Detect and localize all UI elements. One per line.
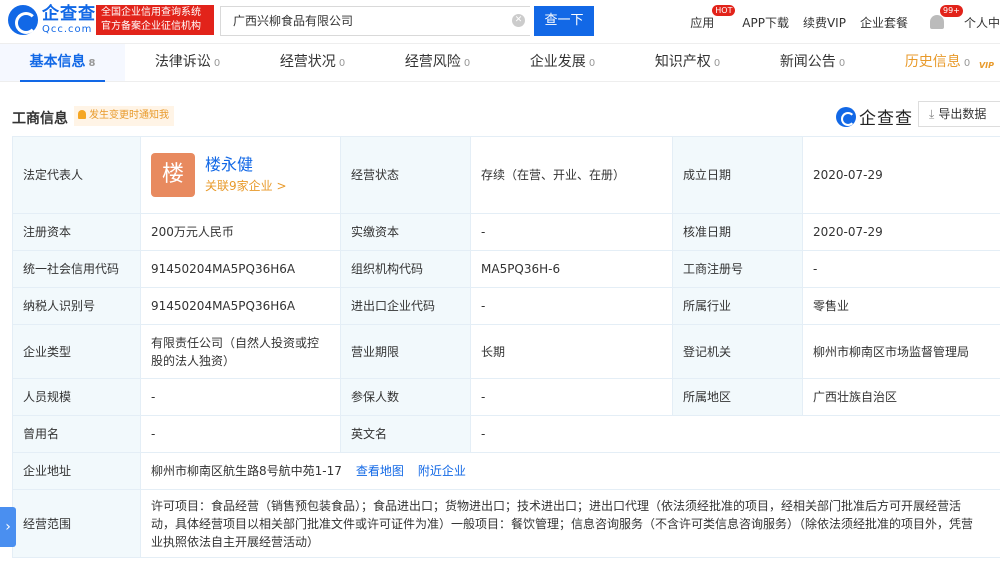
industry-value: 零售业 — [802, 287, 1000, 325]
reg-capital-label: 注册资本 — [12, 213, 141, 251]
clear-search-icon[interactable]: ✕ — [512, 14, 525, 27]
company-type-label: 企业类型 — [12, 324, 141, 379]
search-button[interactable]: 查一下 — [534, 6, 594, 36]
vip-badge: VIP — [978, 61, 994, 70]
related-companies-link[interactable]: 关联9家企业 > — [205, 176, 287, 196]
paid-capital-label: 实缴资本 — [340, 213, 471, 251]
tab-basic-info[interactable]: 基本信息 8 — [0, 44, 125, 82]
term-label: 营业期限 — [340, 324, 471, 379]
badge-line-2: 官方备案企业征信机构 — [101, 21, 201, 32]
nav-app-download[interactable]: APP下载 — [742, 14, 789, 31]
official-badge[interactable]: 全国企业信用查询系统 官方备案企业征信机构 — [96, 5, 214, 35]
address-label: 企业地址 — [12, 452, 141, 490]
qcc-logo[interactable]: 企查查 Qcc.com — [8, 5, 96, 35]
qcc-watermark: 企查查 — [836, 104, 913, 129]
staff-size-value: - — [140, 378, 341, 416]
qcc-logo-icon — [836, 106, 856, 127]
section-title: 工商信息 — [12, 111, 68, 127]
table-row: 纳税人识别号 91450204MA5PQ36H6A 进出口企业代码 - 所属行业… — [12, 287, 1000, 325]
tab-operating-risk[interactable]: 经营风险 0 — [375, 44, 500, 81]
term-value: 长期 — [470, 324, 673, 379]
table-row: 企业类型 有限责任公司（自然人投资或控股的法人独资） 营业期限 长期 登记机关 … — [12, 324, 1000, 379]
expand-sidebar-chevron-icon[interactable]: › — [0, 507, 16, 547]
legal-rep-label: 法定代表人 — [12, 136, 141, 214]
hot-badge: HOT — [712, 4, 736, 16]
tab-operating-status[interactable]: 经营状况 0 — [250, 44, 375, 81]
credit-code-label: 统一社会信用代码 — [12, 250, 141, 288]
org-code-value: MA5PQ36H-6 — [470, 250, 673, 288]
header-nav: 应用 HOT APP下载 续费VIP 企业套餐 99+ 个人中 — [676, 0, 1000, 44]
taxpayer-id-label: 纳税人识别号 — [12, 287, 141, 325]
bell-icon — [78, 110, 86, 119]
company-type-value: 有限责任公司（自然人投资或控股的法人独资） — [140, 324, 341, 379]
logo-chinese-text: 企查查 — [42, 3, 96, 24]
english-name-value: - — [470, 415, 1000, 453]
industry-label: 所属行业 — [672, 287, 803, 325]
insured-value: - — [470, 378, 673, 416]
change-notify-button[interactable]: 发生变更时通知我 — [74, 106, 174, 126]
insured-label: 参保人数 — [340, 378, 471, 416]
region-label: 所属地区 — [672, 378, 803, 416]
table-row: 企业地址 柳州市柳南区航生路8号航中苑1-17 查看地图 附近企业 — [12, 452, 1000, 490]
taxpayer-id-value: 91450204MA5PQ36H6A — [140, 287, 341, 325]
table-row: 法定代表人 楼 楼永健 关联9家企业 > 经营状态 存续（在营、开业、在册） 成… — [12, 136, 1000, 214]
reg-capital-value: 200万元人民币 — [140, 213, 341, 251]
table-row: 人员规模 - 参保人数 - 所属地区 广西壮族自治区 — [12, 378, 1000, 416]
business-info-table: 法定代表人 楼 楼永健 关联9家企业 > 经营状态 存续（在营、开业、在册） 成… — [12, 136, 1000, 558]
status-value: 存续（在营、开业、在册） — [470, 136, 673, 214]
nav-personal-center[interactable]: 个人中 — [964, 14, 1000, 31]
founded-label: 成立日期 — [672, 136, 803, 214]
tab-intellectual-property[interactable]: 知识产权 0 — [625, 44, 750, 81]
former-name-label: 曾用名 — [12, 415, 141, 453]
logo-english-text: Qcc.com — [42, 23, 93, 35]
bell-icon — [929, 15, 944, 30]
former-name-value: - — [140, 415, 341, 453]
tab-news[interactable]: 新闻公告 0 — [750, 44, 875, 81]
biz-reg-no-value: - — [802, 250, 1000, 288]
badge-line-1: 全国企业信用查询系统 — [101, 7, 201, 18]
region-value: 广西壮族自治区 — [802, 378, 1000, 416]
avatar[interactable]: 楼 — [151, 153, 195, 197]
nav-renew-vip[interactable]: 续费VIP — [803, 14, 846, 31]
authority-value: 柳州市柳南区市场监督管理局 — [802, 324, 1000, 379]
table-row: 统一社会信用代码 91450204MA5PQ36H6A 组织机构代码 MA5PQ… — [12, 250, 1000, 288]
tab-development[interactable]: 企业发展 0 — [500, 44, 625, 81]
credit-code-value: 91450204MA5PQ36H6A — [140, 250, 341, 288]
section-tabs: 基本信息 8 法律诉讼 0 经营状况 0 经营风险 0 企业发展 0 知识产权 0 新闻公告… — [0, 44, 1000, 82]
legal-rep-name-link[interactable]: 楼永健 — [205, 154, 287, 176]
import-export-label: 进出口企业代码 — [340, 287, 471, 325]
status-label: 经营状态 — [340, 136, 471, 214]
notification-count: 99+ — [939, 4, 963, 17]
address-value: 柳州市柳南区航生路8号航中苑1-17 — [151, 464, 342, 478]
tab-legal-litigation[interactable]: 法律诉讼 0 — [125, 44, 250, 81]
nearby-companies-link[interactable]: 附近企业 — [418, 464, 466, 478]
download-icon: ⤓ — [929, 107, 935, 121]
notification-bell[interactable]: 99+ — [929, 4, 963, 30]
search-input[interactable]: 广西兴柳食品有限公司 — [220, 6, 530, 36]
table-row: 注册资本 200万元人民币 实缴资本 - 核准日期 2020-07-29 — [12, 213, 1000, 251]
staff-size-label: 人员规模 — [12, 378, 141, 416]
nav-enterprise-package[interactable]: 企业套餐 — [860, 14, 908, 31]
scope-label: 经营范围 — [12, 489, 141, 558]
founded-value: 2020-07-29 — [802, 136, 1000, 214]
tab-history[interactable]: 历史信息 0 VIP — [875, 44, 1000, 81]
approval-date-label: 核准日期 — [672, 213, 803, 251]
qcc-logo-icon — [8, 5, 38, 35]
export-data-button[interactable]: ⤓ 导出数据 — [918, 101, 1000, 127]
table-row: 经营范围 许可项目：食品经营（销售预包装食品）；食品进出口；货物进出口；技术进出… — [12, 489, 1000, 558]
address-cell: 柳州市柳南区航生路8号航中苑1-17 查看地图 附近企业 — [140, 452, 1000, 490]
authority-label: 登记机关 — [672, 324, 803, 379]
biz-reg-no-label: 工商注册号 — [672, 250, 803, 288]
english-name-label: 英文名 — [340, 415, 471, 453]
paid-capital-value: - — [470, 213, 673, 251]
legal-rep-cell: 楼 楼永健 关联9家企业 > — [140, 136, 341, 214]
nav-apps[interactable]: 应用 HOT — [690, 4, 736, 31]
table-row: 曾用名 - 英文名 - — [12, 415, 1000, 453]
top-navigation-bar: 企查查 Qcc.com 全国企业信用查询系统 官方备案企业征信机构 广西兴柳食品… — [0, 0, 1000, 44]
org-code-label: 组织机构代码 — [340, 250, 471, 288]
approval-date-value: 2020-07-29 — [802, 213, 1000, 251]
scope-value: 许可项目：食品经营（销售预包装食品）；食品进出口；货物进出口；技术进出口；进出口… — [140, 489, 1000, 558]
import-export-value: - — [470, 287, 673, 325]
view-map-link[interactable]: 查看地图 — [356, 464, 404, 478]
